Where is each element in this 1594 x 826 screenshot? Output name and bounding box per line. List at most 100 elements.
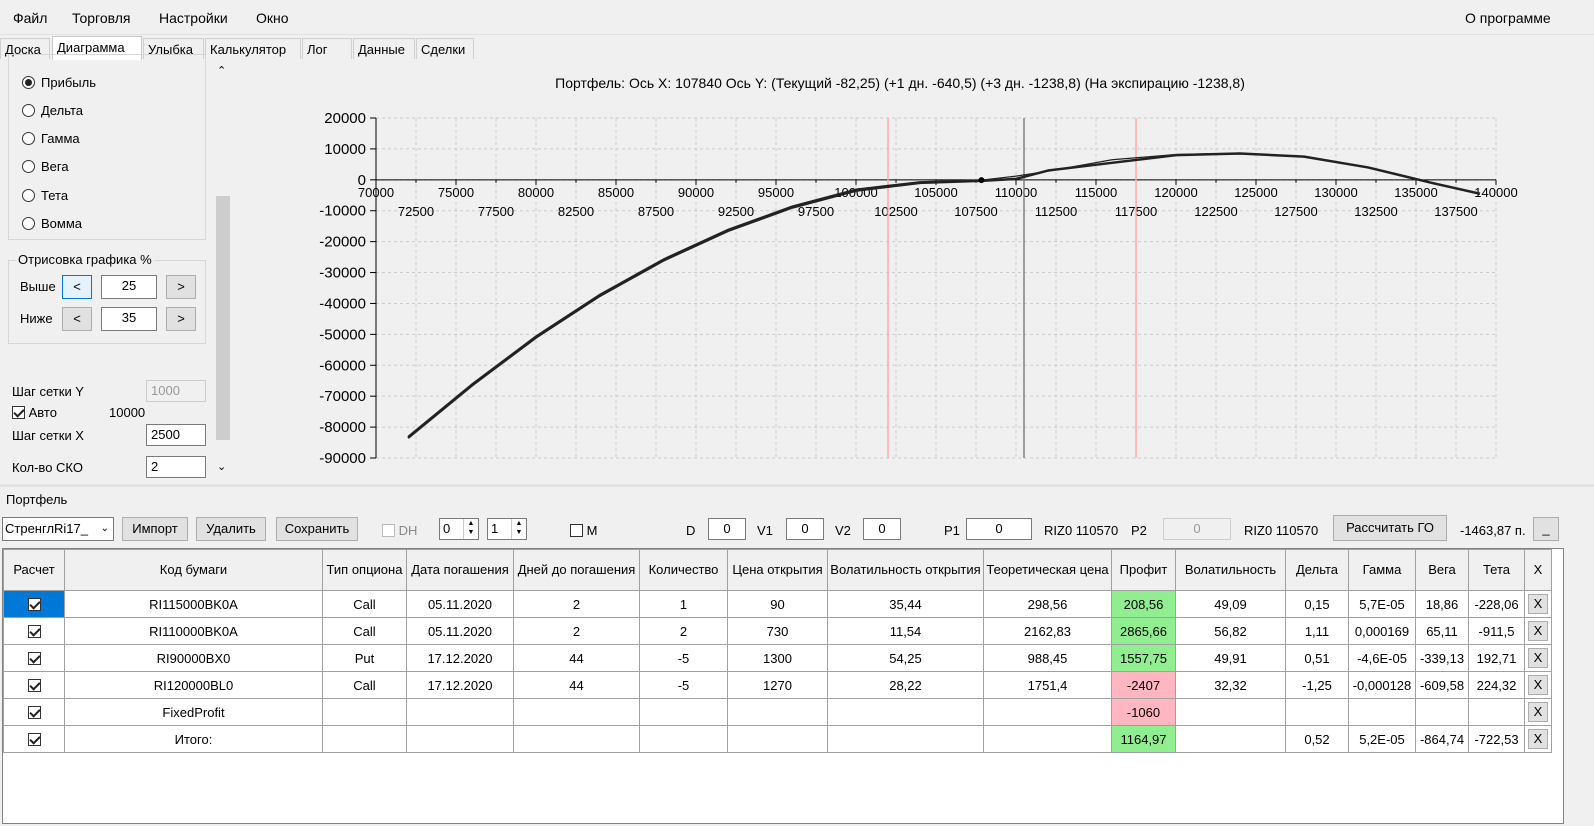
cell-delta[interactable]: 0,15 — [1285, 590, 1349, 618]
header-code[interactable]: Код бумаги — [64, 549, 323, 591]
cell-option-type[interactable]: Call — [322, 590, 407, 618]
menu-about[interactable]: О программе — [1465, 10, 1551, 26]
cell-theta[interactable]: -228,06 — [1468, 590, 1525, 618]
cell-expiry-date[interactable] — [406, 698, 514, 726]
table-row[interactable]: RI110000BK0A Call 05.11.2020 2 2 730 11,54 2162… — [3, 617, 1552, 645]
cell-open-price[interactable]: 90 — [727, 590, 828, 618]
cell-quantity[interactable] — [639, 725, 728, 753]
delete-button[interactable]: Удалить — [196, 517, 266, 541]
header-vega[interactable]: Вега — [1415, 549, 1469, 591]
header-quantity[interactable]: Количество — [639, 549, 728, 591]
cell-calc[interactable] — [3, 725, 65, 753]
cell-theta[interactable]: -911,5 — [1468, 617, 1525, 645]
radio-gamma-circle[interactable] — [22, 132, 35, 145]
save-button[interactable]: Сохранить — [276, 517, 358, 541]
menu-file[interactable]: Файл — [13, 10, 47, 26]
cell-open-volatility[interactable] — [827, 698, 984, 726]
p2-field[interactable]: 0 — [1163, 518, 1231, 540]
scroll-up-icon[interactable]: ⌃ — [217, 64, 226, 77]
dh-spin-2[interactable]: 1 ▲ ▼ — [487, 518, 527, 540]
cell-open-volatility[interactable]: 11,54 — [827, 617, 984, 645]
above-increase-button[interactable]: > — [166, 275, 196, 299]
cell-gamma[interactable]: -0,000128 — [1348, 671, 1416, 699]
v1-field[interactable]: 0 — [786, 518, 824, 540]
tab-data[interactable]: Данные — [353, 38, 415, 59]
sko-field[interactable]: 2 — [146, 456, 206, 478]
auto-checkbox[interactable] — [12, 406, 25, 419]
menu-settings[interactable]: Настройки — [159, 10, 228, 26]
cell-volatility[interactable] — [1175, 725, 1286, 753]
cell-expiry-date[interactable]: 17.12.2020 — [406, 644, 514, 672]
remove-row-button[interactable]: X — [1528, 594, 1548, 614]
cell-option-type[interactable]: Call — [322, 617, 407, 645]
radio-vomma-circle[interactable] — [22, 217, 35, 230]
p1-field[interactable]: 0 — [966, 518, 1032, 540]
calc-checkbox[interactable] — [27, 678, 41, 692]
tab-calculator[interactable]: Калькулятор — [205, 38, 301, 59]
cell-calc[interactable] — [3, 644, 65, 672]
radio-theta[interactable]: Тета — [22, 188, 68, 203]
cell-code[interactable]: FixedProfit — [64, 698, 323, 726]
grid-x-field[interactable]: 2500 — [146, 424, 206, 446]
cell-vega[interactable] — [1415, 698, 1469, 726]
cell-gamma[interactable]: 5,2E-05 — [1348, 725, 1416, 753]
remove-row-button[interactable]: X — [1528, 702, 1548, 722]
radio-gamma[interactable]: Гамма — [22, 131, 80, 146]
header-gamma[interactable]: Гамма — [1348, 549, 1416, 591]
calc-checkbox[interactable] — [27, 732, 41, 746]
d-field[interactable]: 0 — [708, 518, 746, 540]
left-panel-scrollbar[interactable]: ⌃ ⌄ — [214, 60, 232, 480]
spin-arrows-icon[interactable]: ▲ ▼ — [463, 519, 478, 539]
radio-delta-circle[interactable] — [22, 104, 35, 117]
cell-vega[interactable]: -864,74 — [1415, 725, 1469, 753]
cell-option-type[interactable] — [322, 698, 407, 726]
cell-vega[interactable]: 18,86 — [1415, 590, 1469, 618]
header-profit[interactable]: Профит — [1111, 549, 1176, 591]
portfolio-combo[interactable]: СтренглRi17_ ⌄ — [2, 517, 114, 541]
cell-days-to-expiry[interactable] — [513, 725, 640, 753]
cell-theta[interactable]: -722,53 — [1468, 725, 1525, 753]
tab-log[interactable]: Лог — [302, 38, 352, 59]
calc-checkbox[interactable] — [27, 705, 41, 719]
chevron-down-icon[interactable]: ⌄ — [101, 518, 109, 540]
cell-profit[interactable]: 208,56 — [1111, 590, 1176, 618]
cell-theoretical-price[interactable]: 1751,4 — [983, 671, 1112, 699]
header-open-price[interactable]: Цена открытия — [727, 549, 828, 591]
remove-row-button[interactable]: X — [1528, 675, 1548, 695]
cell-delta[interactable]: 1,11 — [1285, 617, 1349, 645]
cell-option-type[interactable]: Call — [322, 671, 407, 699]
calc-checkbox[interactable] — [27, 597, 41, 611]
header-theta[interactable]: Тета — [1468, 549, 1525, 591]
cell-volatility[interactable]: 56,82 — [1175, 617, 1286, 645]
cell-days-to-expiry[interactable]: 44 — [513, 644, 640, 672]
cell-profit[interactable]: 2865,66 — [1111, 617, 1176, 645]
grid-y-field[interactable]: 1000 — [146, 380, 206, 402]
cell-code[interactable]: RI115000BK0A — [64, 590, 323, 618]
cell-open-price[interactable]: 730 — [727, 617, 828, 645]
cell-open-price[interactable] — [727, 725, 828, 753]
cell-code[interactable]: RI90000BX0 — [64, 644, 323, 672]
cell-expiry-date[interactable]: 17.12.2020 — [406, 671, 514, 699]
cell-profit[interactable]: -1060 — [1111, 698, 1176, 726]
header-option-type[interactable]: Тип опциона — [322, 549, 407, 591]
cell-open-volatility[interactable]: 28,22 — [827, 671, 984, 699]
scroll-down-icon[interactable]: ⌄ — [217, 460, 226, 473]
auto-checkbox-wrap[interactable]: Авто — [12, 405, 57, 420]
cell-open-volatility[interactable] — [827, 725, 984, 753]
tab-deals[interactable]: Сделки — [416, 38, 474, 59]
cell-option-type[interactable]: Put — [322, 644, 407, 672]
menu-window[interactable]: Окно — [256, 10, 289, 26]
table-row[interactable]: RI120000BL0 Call 17.12.2020 44 -5 1270 28,22 17… — [3, 671, 1552, 699]
cell-vega[interactable]: -339,13 — [1415, 644, 1469, 672]
radio-profit[interactable]: Прибыль — [22, 75, 96, 90]
header-volatility[interactable]: Волатильность — [1175, 549, 1286, 591]
table-row[interactable]: FixedProfit -1060 X — [3, 698, 1552, 726]
cell-days-to-expiry[interactable] — [513, 698, 640, 726]
cell-profit[interactable]: 1164,97 — [1111, 725, 1176, 753]
header-theoretical-price[interactable]: Теоретическая цена — [983, 549, 1112, 591]
cell-quantity[interactable] — [639, 698, 728, 726]
cell-gamma[interactable] — [1348, 698, 1416, 726]
import-button[interactable]: Импорт — [122, 517, 188, 541]
cell-theoretical-price[interactable]: 988,45 — [983, 644, 1112, 672]
cell-quantity[interactable]: -5 — [639, 644, 728, 672]
